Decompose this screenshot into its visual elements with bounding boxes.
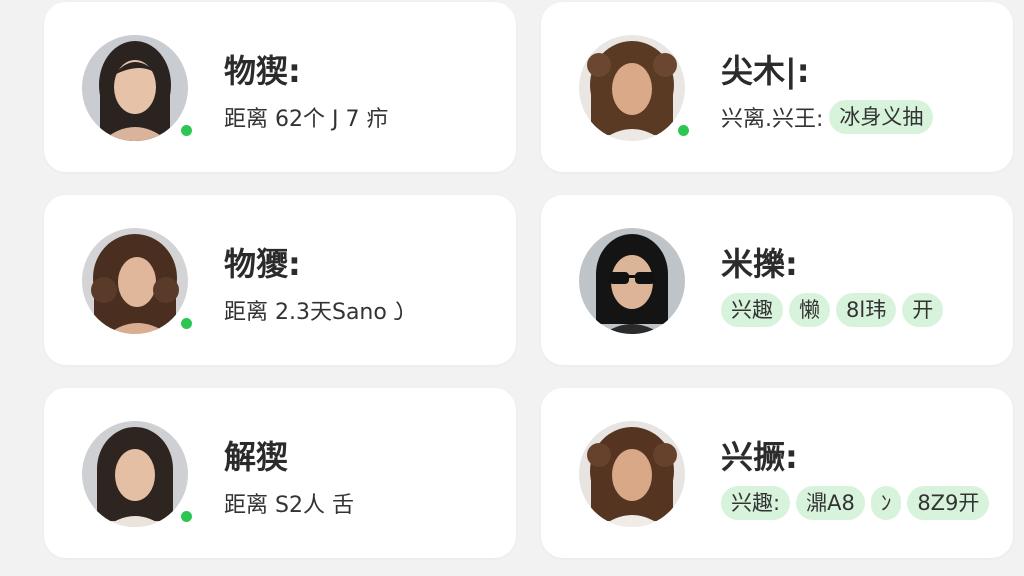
interest-tag: 濎A8 bbox=[796, 486, 865, 520]
user-card[interactable]: 尖木|: 兴离.兴王: 冰身义抽 bbox=[541, 2, 1013, 172]
avatar[interactable] bbox=[579, 421, 685, 527]
user-info: 距离 S2人 舌 bbox=[224, 486, 354, 520]
user-name: 米擽: bbox=[721, 245, 798, 283]
interest-tag: 懒 bbox=[789, 293, 830, 327]
avatar[interactable] bbox=[82, 228, 188, 334]
online-indicator bbox=[179, 509, 194, 524]
avatar[interactable] bbox=[579, 35, 685, 141]
online-indicator bbox=[676, 123, 691, 138]
man-sunglasses-portrait-icon bbox=[579, 228, 685, 334]
interest-tag: 冰身义抽 bbox=[829, 100, 934, 134]
user-card[interactable]: 解猰 距离 S2人 舌 bbox=[44, 388, 516, 558]
user-info: 兴离.兴王: 冰身义抽 bbox=[721, 100, 934, 134]
interest-tag: 兴趣: bbox=[721, 486, 791, 520]
online-indicator bbox=[179, 123, 194, 138]
user-info: 距离 62个 J 7 疖 bbox=[224, 100, 388, 134]
interest-tag: ﾝ bbox=[870, 486, 902, 520]
user-name: 物獿: bbox=[224, 245, 301, 283]
user-name: 物猰: bbox=[224, 52, 301, 90]
interest-tag: 开 bbox=[902, 293, 944, 327]
interest-tag: 8l玮 bbox=[836, 293, 897, 327]
interest-tags: 兴趣 懒 8l玮 开 bbox=[721, 293, 944, 327]
distance-text: 兴离.兴王: bbox=[721, 107, 824, 132]
avatar[interactable] bbox=[579, 228, 685, 334]
woman-portrait-icon bbox=[82, 421, 188, 527]
woman-portrait-icon bbox=[579, 421, 685, 527]
online-indicator bbox=[179, 316, 194, 331]
user-name: 尖木|: bbox=[721, 52, 810, 90]
distance-text: 距离 62个 J 7 疖 bbox=[224, 107, 389, 132]
distance-text: 距离 2.3天Sano㇁ bbox=[224, 300, 409, 325]
interest-tags: 兴趣: 濎A8 ﾝ 8Z9开 bbox=[721, 486, 990, 520]
user-card[interactable]: 米擽: 兴趣 懒 8l玮 开 bbox=[541, 195, 1013, 365]
interest-tag: 兴趣 bbox=[721, 293, 783, 327]
distance-text: 距离 S2人 舌 bbox=[224, 493, 354, 518]
woman-portrait-icon bbox=[579, 35, 685, 141]
woman-portrait-icon bbox=[82, 228, 188, 334]
user-card[interactable]: 兴撅: 兴趣: 濎A8 ﾝ 8Z9开 bbox=[541, 388, 1013, 558]
avatar[interactable] bbox=[82, 421, 188, 527]
user-card[interactable]: 物猰: 距离 62个 J 7 疖 bbox=[44, 2, 516, 172]
user-name: 兴撅: bbox=[721, 438, 798, 476]
user-info: 距离 2.3天Sano㇁ bbox=[224, 293, 409, 327]
user-card[interactable]: 物獿: 距离 2.3天Sano㇁ bbox=[44, 195, 516, 365]
interest-tag: 8Z9开 bbox=[907, 486, 990, 520]
woman-portrait-icon bbox=[82, 35, 188, 141]
user-name: 解猰 bbox=[224, 438, 289, 476]
avatar[interactable] bbox=[82, 35, 188, 141]
